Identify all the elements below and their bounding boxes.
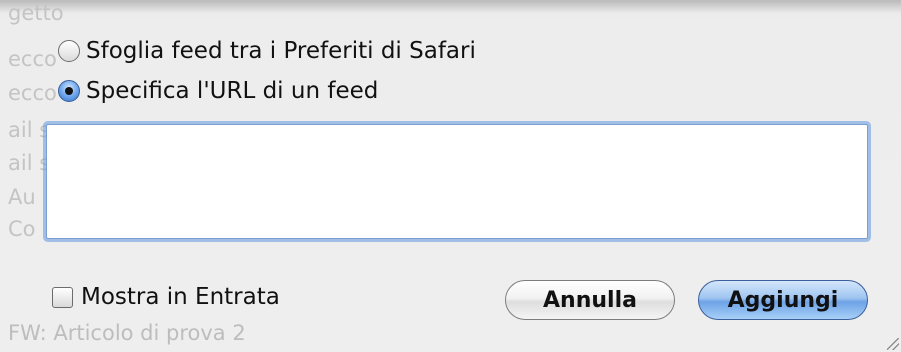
radio-browse-safari-favorites[interactable]: Sfoglia feed tra i Preferiti di Safari <box>58 35 476 67</box>
feed-url-input[interactable] <box>46 124 868 239</box>
resize-grip-icon[interactable] <box>887 338 899 350</box>
radio-dot-icon <box>65 87 73 95</box>
add-button[interactable]: Aggiungi <box>698 280 868 320</box>
checkbox-icon[interactable] <box>52 286 73 308</box>
sheet-top-shadow <box>0 1 901 13</box>
radio-label-specify-url: Specifica l'URL di un feed <box>86 78 379 104</box>
radio-button-selected-icon[interactable] <box>58 80 80 102</box>
cancel-button[interactable]: Annulla <box>505 280 675 320</box>
radio-label-browse-safari: Sfoglia feed tra i Preferiti di Safari <box>86 38 476 64</box>
feed-dialog-sheet: getto ecco ecco ail s ail s Au Co FW: Ar… <box>0 0 901 352</box>
radio-button-icon[interactable] <box>58 40 80 62</box>
show-in-inbox-label: Mostra in Entrata <box>81 284 280 310</box>
show-in-inbox-checkbox-row[interactable]: Mostra in Entrata <box>52 284 280 310</box>
background-subject: FW: Articolo di prova 2 <box>8 321 246 345</box>
radio-specify-feed-url[interactable]: Specifica l'URL di un feed <box>58 75 378 107</box>
background-list-line: getto <box>8 1 64 25</box>
